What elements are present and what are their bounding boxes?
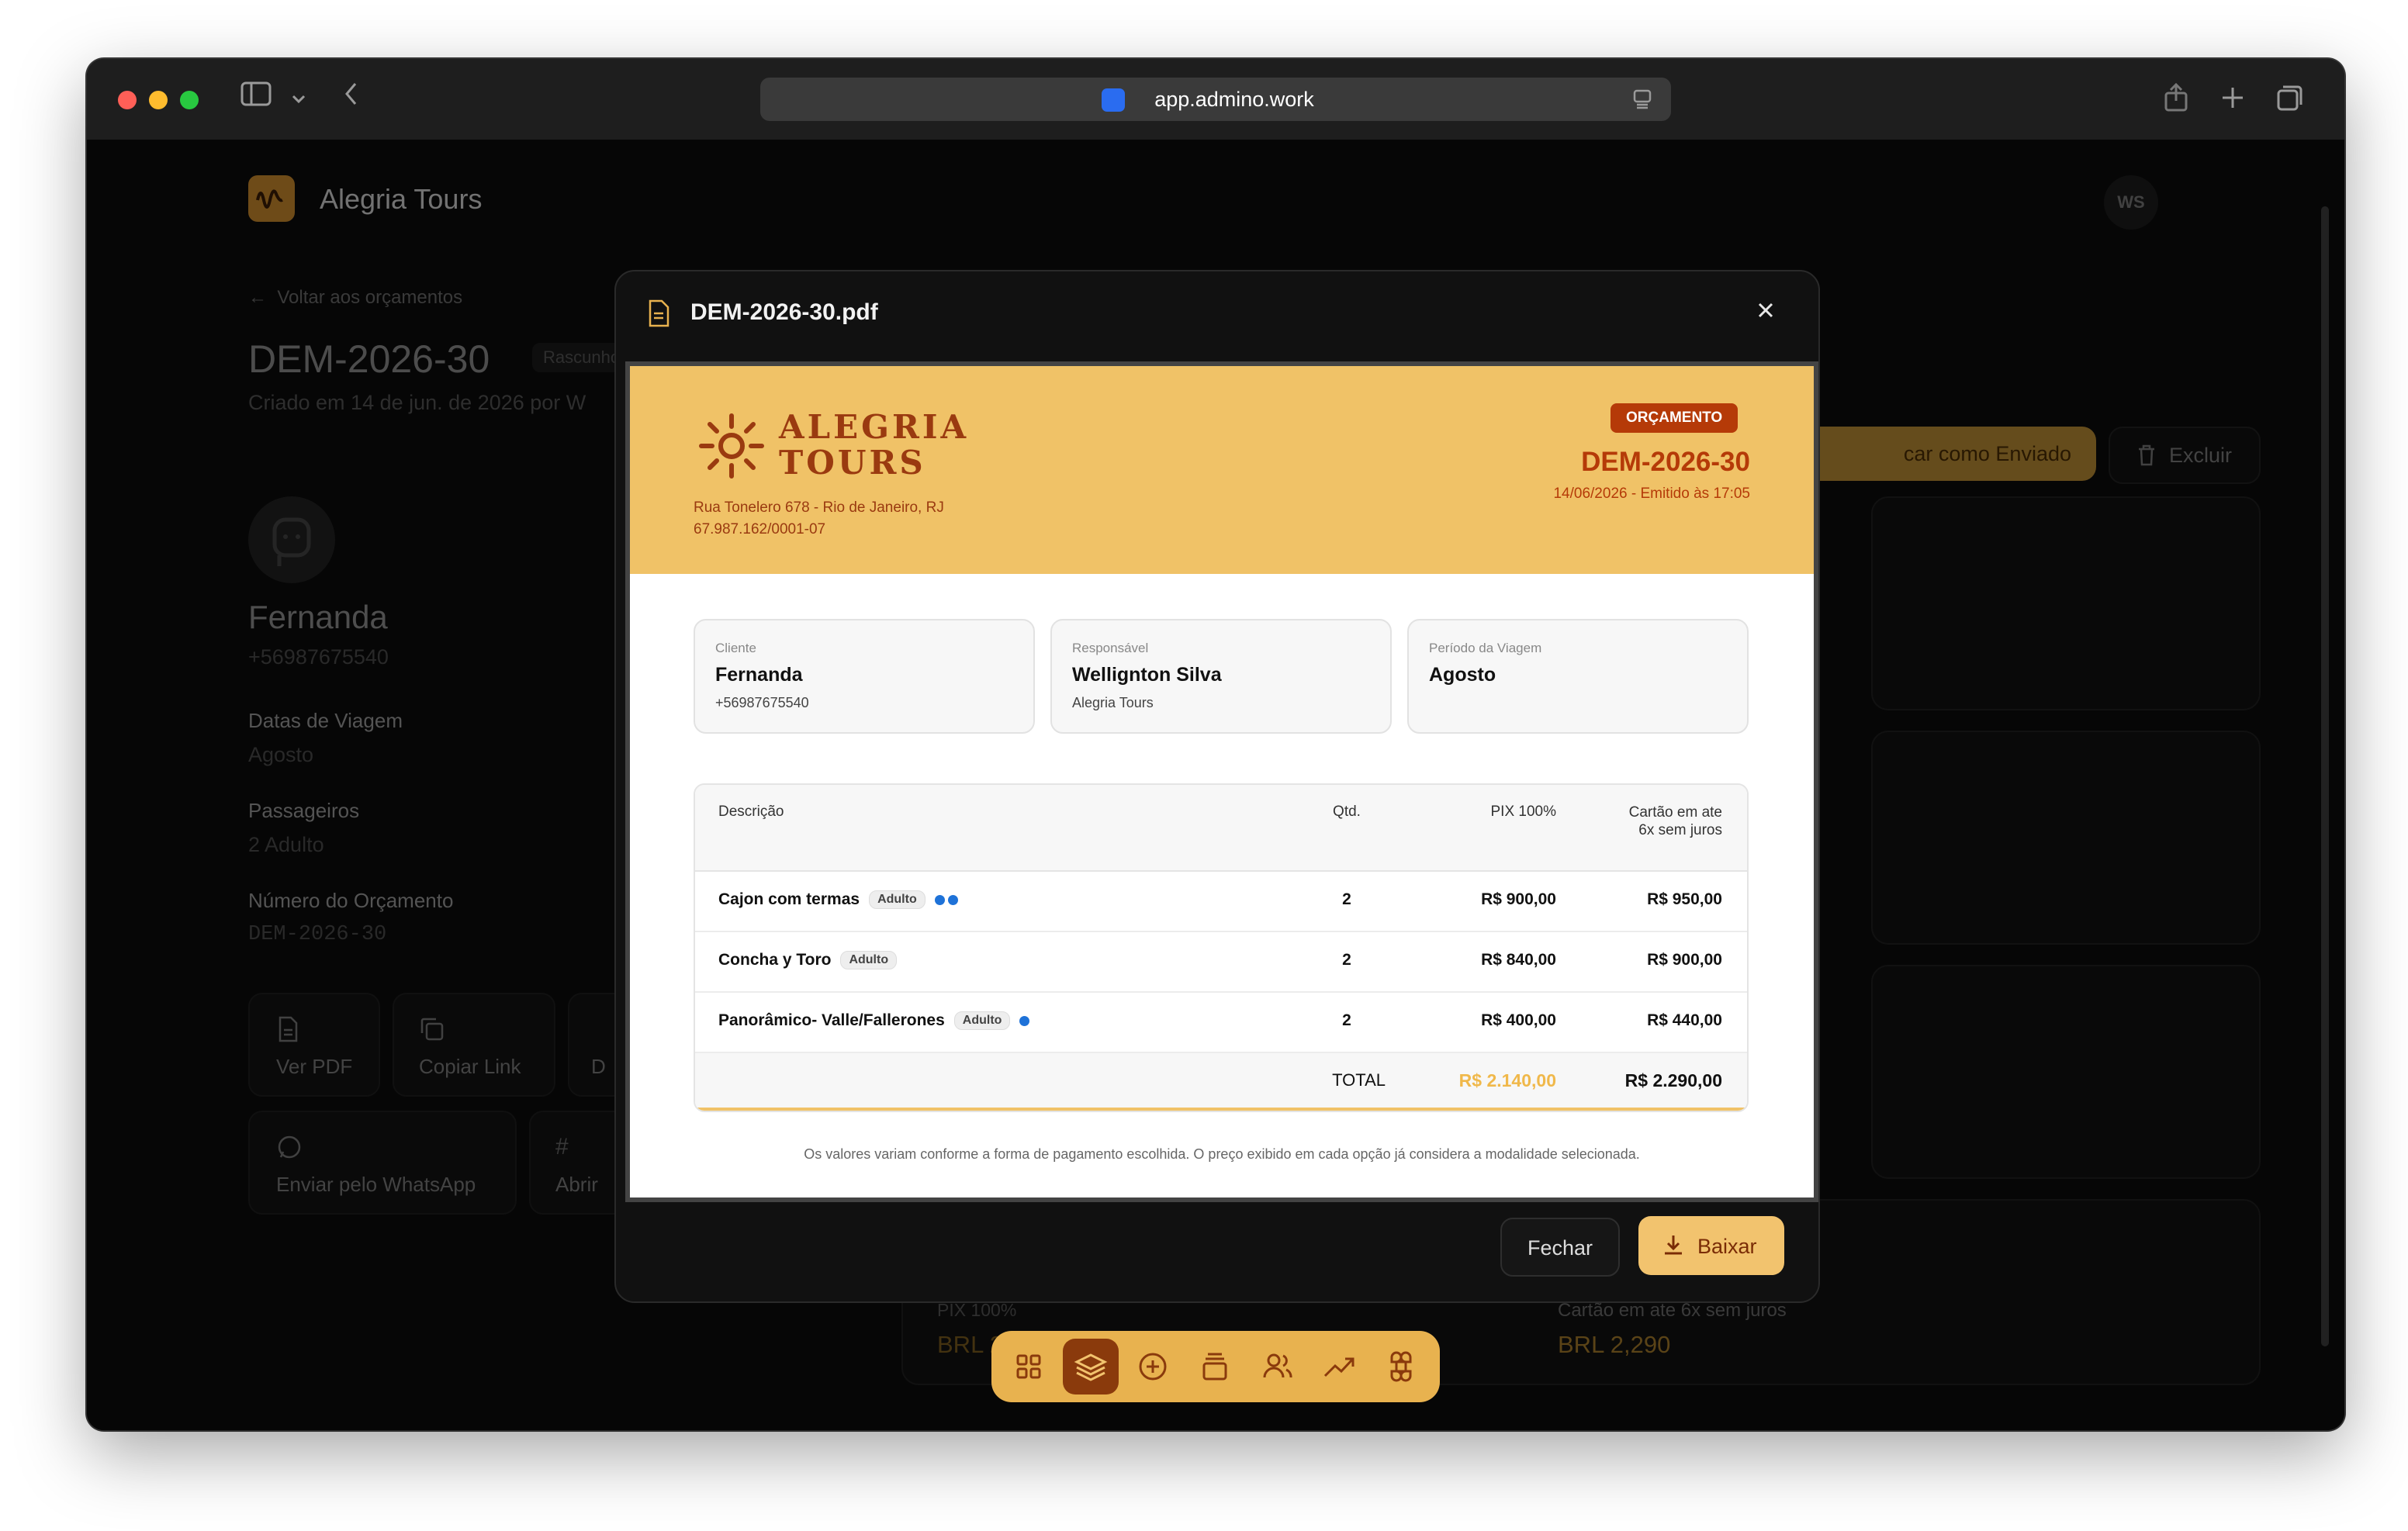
pdf-page: ALEGRIA TOURS Rua Tonelero 678 - Rio de …: [625, 361, 1818, 1202]
responsible-info-card: Responsável Wellignton Silva Alegria Tou…: [1050, 619, 1392, 734]
row-pix: R$ 400,00: [1481, 1011, 1556, 1029]
col-card: Cartão em ate 6x sem juros: [1628, 804, 1722, 838]
archive-icon[interactable]: [1187, 1339, 1243, 1394]
period-label: Período da Viagem: [1429, 641, 1542, 655]
sun-logo-icon: [697, 411, 766, 485]
table-row: Cajon com termas Adulto 2 R$ 900,00 R$ 95…: [695, 872, 1747, 932]
chevron-down-icon[interactable]: [290, 84, 307, 114]
responsible-name: Wellignton Silva: [1072, 664, 1222, 686]
url-text: app.admino.work: [1154, 88, 1314, 111]
row-qty: 2: [1342, 951, 1351, 969]
download-label: Baixar: [1697, 1235, 1757, 1258]
close-window-button[interactable]: [118, 91, 137, 109]
row-card: R$ 900,00: [1647, 951, 1722, 969]
reader-icon[interactable]: [1632, 88, 1652, 114]
col-description: Descrição: [718, 804, 784, 820]
row-description: Concha y Toro Adulto: [718, 951, 898, 970]
new-tab-icon[interactable]: [2220, 85, 2245, 114]
browser-window: app.admino.work Alegria Tours WS ← Volta…: [87, 59, 2344, 1430]
row-card: R$ 440,00: [1647, 1011, 1722, 1029]
table-row: Concha y Toro Adulto 2 R$ 840,00 R$ 900,0…: [695, 932, 1747, 993]
quote-table: Descrição Qtd. PIX 100% Cartão em ate 6x…: [694, 783, 1749, 1112]
grid-icon[interactable]: [1001, 1339, 1057, 1394]
row-qty: 2: [1342, 890, 1351, 908]
command-icon[interactable]: [1373, 1339, 1429, 1394]
status-dot: [934, 894, 945, 905]
period-value: Agosto: [1429, 664, 1496, 686]
download-icon: [1662, 1233, 1685, 1262]
pdf-preview-modal: DEM-2026-30.pdf ALEGRIA TOURS Rua Tonele…: [614, 270, 1820, 1303]
logo-text-line2: TOURS: [779, 444, 926, 482]
total-card: R$ 2.290,00: [1624, 1070, 1722, 1090]
bottom-dock: [991, 1331, 1440, 1402]
share-icon[interactable]: [2163, 82, 2189, 117]
row-pix: R$ 900,00: [1481, 890, 1556, 908]
status-dot: [947, 894, 958, 905]
row-qty: 2: [1342, 1011, 1351, 1029]
pricing-note: Os valores variam conforme a forma de pa…: [804, 1146, 1640, 1162]
responsible-label: Responsável: [1072, 641, 1149, 655]
sidebar-toggle-icon[interactable]: [240, 81, 272, 114]
plus-circle-icon[interactable]: [1125, 1339, 1181, 1394]
pdf-header: ALEGRIA TOURS Rua Tonelero 678 - Rio de …: [630, 366, 1814, 574]
passenger-type-badge: Adulto: [953, 1011, 1011, 1031]
status-dot: [1019, 1015, 1030, 1026]
download-button[interactable]: Baixar: [1638, 1216, 1784, 1275]
layers-icon[interactable]: [1063, 1339, 1119, 1394]
trending-up-icon[interactable]: [1311, 1339, 1367, 1394]
table-header: Descrição Qtd. PIX 100% Cartão em ate 6x…: [695, 785, 1747, 872]
close-icon[interactable]: [1753, 298, 1778, 327]
back-arrow-icon[interactable]: [343, 81, 360, 114]
doc-type-badge: ORÇAMENTO: [1611, 403, 1739, 433]
logo-text-line1: ALEGRIA: [779, 408, 970, 446]
close-label: Fechar: [1527, 1236, 1593, 1260]
table-total-row: TOTAL R$ 2.140,00 R$ 2.290,00: [695, 1053, 1747, 1111]
browser-toolbar: app.admino.work: [87, 59, 2344, 140]
passenger-type-badge: Adulto: [869, 890, 925, 910]
company-address: Rua Tonelero 678 - Rio de Janeiro, RJ: [694, 499, 944, 516]
issued-date: 14/06/2026 - Emitido às 17:05: [1553, 486, 1750, 502]
doc-number: DEM-2026-30: [1581, 447, 1750, 477]
item-name: Panorâmico- Valle/Fallerones: [718, 1011, 945, 1029]
row-description: Cajon com termas Adulto: [718, 890, 958, 910]
col-pix: PIX 100%: [1490, 804, 1557, 820]
address-bar[interactable]: app.admino.work: [760, 78, 1671, 121]
minimize-window-button[interactable]: [149, 91, 168, 109]
maximize-window-button[interactable]: [180, 91, 199, 109]
item-name: Concha y Toro: [718, 951, 832, 969]
table-row: Panorâmico- Valle/Fallerones Adulto 2 R$ …: [695, 993, 1747, 1053]
modal-title: DEM-2026-30.pdf: [690, 299, 878, 325]
tab-overview-icon[interactable]: [2276, 84, 2304, 116]
col-qty: Qtd.: [1333, 804, 1361, 820]
client-info-card: Cliente Fernanda +56987675540: [694, 619, 1035, 734]
close-button[interactable]: Fechar: [1500, 1218, 1620, 1277]
responsible-company: Alegria Tours: [1072, 695, 1154, 710]
document-icon: [647, 299, 670, 331]
row-pix: R$ 840,00: [1481, 951, 1556, 969]
client-name-pdf: Fernanda: [715, 664, 803, 686]
users-icon[interactable]: [1249, 1339, 1305, 1394]
item-name: Cajon com termas: [718, 890, 860, 908]
total-label: TOTAL: [1332, 1070, 1386, 1090]
client-label: Cliente: [715, 641, 756, 655]
client-phone-pdf: +56987675540: [715, 695, 809, 710]
total-pix: R$ 2.140,00: [1458, 1070, 1556, 1090]
row-card: R$ 950,00: [1647, 890, 1722, 908]
row-description: Panorâmico- Valle/Fallerones Adulto: [718, 1011, 1030, 1031]
company-cnpj: 67.987.162/0001-07: [694, 521, 826, 537]
passenger-type-badge: Adulto: [840, 951, 898, 970]
period-info-card: Período da Viagem Agosto: [1407, 619, 1749, 734]
